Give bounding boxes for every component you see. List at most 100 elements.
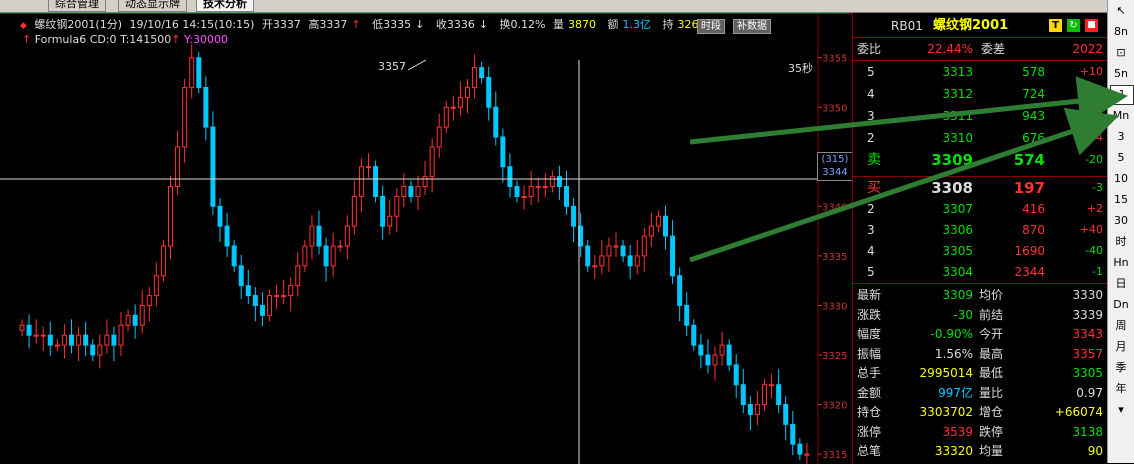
candle-body	[790, 423, 796, 445]
candle-body	[726, 344, 732, 366]
pointer-icon[interactable]: ↖	[1110, 1, 1132, 21]
candle-body	[380, 195, 386, 227]
stat-value: 3305	[1072, 366, 1103, 380]
candle-body	[776, 384, 782, 406]
ask-row[interactable]: 5 3313 578 +10	[853, 62, 1108, 82]
candle-body	[97, 344, 103, 356]
bid-volume: 2344	[1014, 265, 1045, 279]
ask-level: 2	[867, 131, 875, 145]
candle-body	[316, 225, 322, 247]
candle-body	[33, 334, 39, 337]
candle-body	[733, 364, 739, 386]
tab-overview[interactable]: 综合管理	[48, 0, 106, 12]
symbol-label: 螺纹钢2001(1分)	[34, 18, 122, 31]
period-button[interactable]: 季	[1110, 358, 1132, 378]
stat-label: 最高	[979, 346, 1004, 361]
ask-level: 卖	[867, 152, 881, 168]
bid-row[interactable]: 5 3304 2344 -1	[853, 262, 1108, 282]
candle-body	[337, 245, 343, 248]
candle-body	[684, 304, 690, 326]
period-button[interactable]: 月	[1110, 337, 1132, 357]
candle-body	[606, 245, 612, 257]
ask-price: 3312	[942, 87, 973, 101]
bid-row[interactable]: 买 3308 197 -3	[853, 178, 1108, 198]
bid-row[interactable]: 4 3305 1690 -40	[853, 241, 1108, 261]
bid-price: 3305	[942, 244, 973, 258]
chart-icon[interactable]: ⊡	[1110, 43, 1132, 63]
close-icon[interactable]: ■	[1085, 19, 1098, 32]
kline-svg: 335533503345334033353330332533203315	[0, 14, 847, 464]
stat-row: 涨停 3539 跌停 3138	[853, 422, 1108, 442]
tab-technical-analysis[interactable]: 技术分析	[196, 0, 254, 12]
timeshare-button[interactable]: 时段	[697, 19, 725, 34]
period-button[interactable]: 15	[1110, 190, 1132, 210]
candle-body	[613, 245, 619, 248]
candle-body	[740, 384, 746, 406]
candle-body	[571, 205, 577, 227]
period-button[interactable]: Hn	[1110, 253, 1132, 273]
candle-body	[507, 166, 513, 188]
ask-row[interactable]: 4 3312 724	[853, 84, 1108, 104]
ask-volume: 943	[1022, 109, 1045, 123]
formula-cd: CD:0	[89, 33, 117, 46]
ask-volume: 724	[1022, 87, 1045, 101]
candle-body	[521, 195, 527, 198]
refresh-icon[interactable]: ↻	[1067, 19, 1080, 32]
candle-body	[797, 443, 803, 455]
order-ratio-label: 委比	[857, 42, 882, 56]
contract-code: RB01	[891, 19, 923, 33]
candle-body	[585, 245, 591, 267]
candle-body	[182, 86, 188, 148]
period-button[interactable]: Dn	[1110, 295, 1132, 315]
stat-label: 涨跌	[857, 307, 882, 322]
candle-body	[139, 304, 145, 326]
period-button[interactable]: 5	[1110, 148, 1132, 168]
tab-bar: 综合管理 动态显示牌 技术分析	[0, 0, 1134, 13]
scroll-down-icon[interactable]: ▾	[1110, 400, 1132, 420]
stat-label: 幅度	[857, 327, 882, 341]
period-button[interactable]: 1	[1110, 85, 1134, 105]
period-button[interactable]: 年	[1110, 379, 1132, 399]
period-button[interactable]: 10	[1110, 169, 1132, 189]
supplement-data-button[interactable]: 补数据	[733, 19, 771, 34]
stat-label: 持仓	[857, 405, 882, 419]
candle-body	[443, 106, 449, 128]
period-button[interactable]: 时	[1110, 232, 1132, 252]
ask-volume: 578	[1022, 65, 1045, 79]
kline-chart[interactable]: 335533503345334033353330332533203315	[0, 13, 852, 464]
period-button[interactable]: Mn	[1110, 106, 1132, 126]
bid-volume: 1690	[1014, 244, 1045, 258]
period-button[interactable]: 3	[1110, 127, 1132, 147]
stat-label: 最新	[857, 288, 882, 302]
bid-row[interactable]: 3 3306 870 +40	[853, 220, 1108, 240]
candle-body	[168, 186, 173, 247]
tab-dynamic-board[interactable]: 动态显示牌	[118, 0, 187, 12]
order-ratio-value: 22.44%	[927, 42, 973, 56]
candle-body	[500, 136, 506, 168]
stat-label: 总笔	[857, 444, 882, 458]
ask-row[interactable]: 卖 3309 574 -20	[853, 150, 1108, 170]
candle-body	[69, 334, 74, 346]
period-button[interactable]: 8n	[1110, 22, 1132, 42]
candle-body	[422, 176, 428, 188]
candle-body	[259, 304, 265, 316]
ask-row[interactable]: 2 3310 676 +4	[853, 128, 1108, 148]
order-diff-label: 委差	[981, 42, 1006, 56]
candle-body	[450, 106, 456, 109]
ask-row[interactable]: 3 3311 943 +10	[853, 106, 1108, 126]
period-button[interactable]: 30	[1110, 211, 1132, 231]
formula-arrow-icon: ↑	[22, 33, 32, 46]
stat-value: 3357	[1072, 346, 1103, 361]
bid-row[interactable]: 2 3307 416 +2	[853, 199, 1108, 219]
bid-change: -40	[1085, 244, 1103, 257]
candle-body	[514, 186, 520, 197]
candle-body	[358, 166, 364, 197]
t-icon[interactable]: T	[1049, 19, 1062, 32]
candle-body	[401, 186, 407, 197]
bid-change: +40	[1079, 223, 1103, 236]
period-button[interactable]: 日	[1110, 274, 1132, 294]
y-tick-label: 3340	[822, 202, 847, 213]
period-button[interactable]: 5n	[1110, 64, 1132, 84]
period-button[interactable]: 周	[1110, 316, 1132, 336]
stat-row: 持仓 3303702 增仓 +66074	[853, 402, 1108, 422]
